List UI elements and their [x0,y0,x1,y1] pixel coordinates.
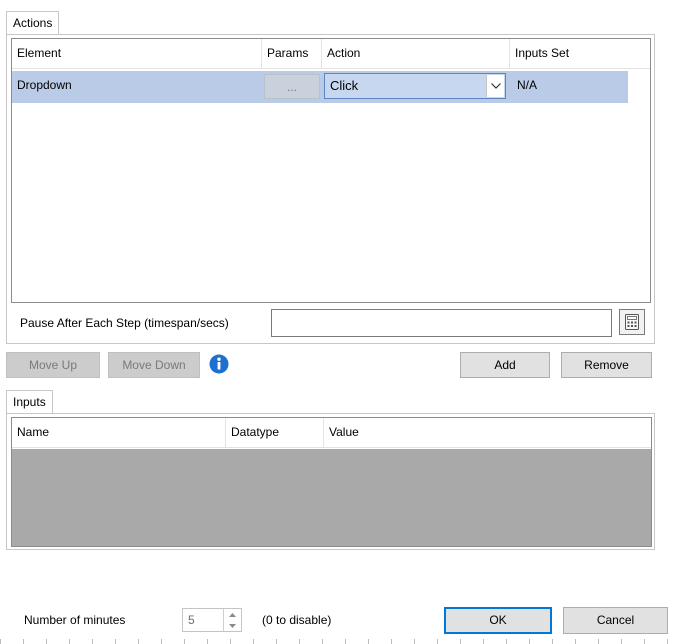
spin-down-icon[interactable] [224,620,241,631]
spin-buttons [223,609,241,631]
spin-up-icon[interactable] [224,609,241,620]
inputs-grid: Name Datatype Value [11,417,652,547]
actions-grid-header: Element Params Action Inputs Set [12,39,650,69]
cell-inputs-set: N/A [517,78,538,92]
column-header-value[interactable]: Value [324,418,651,447]
minutes-value: 5 [188,613,195,627]
table-row[interactable]: Dropdown ... Click N/A [12,71,628,103]
cell-element: Dropdown [17,78,72,92]
calculator-button[interactable] [619,309,645,335]
chevron-down-icon[interactable] [486,75,504,97]
inputs-grid-empty-area [12,449,651,546]
move-down-button[interactable]: Move Down [108,352,200,378]
pause-label: Pause After Each Step (timespan/secs) [20,316,229,330]
column-header-name[interactable]: Name [12,418,226,447]
cell-params: ... [262,71,322,103]
inputs-grid-header: Name Datatype Value [12,418,651,448]
tab-inputs-label: Inputs [13,395,46,409]
column-header-action[interactable]: Action [322,39,510,68]
remove-button[interactable]: Remove [561,352,652,378]
column-header-params[interactable]: Params [262,39,322,68]
info-icon[interactable] [209,354,229,374]
bottom-ruler [0,639,677,644]
ok-button[interactable]: OK [444,607,552,634]
tab-actions-label: Actions [13,16,53,30]
actions-grid: Element Params Action Inputs Set Dropdow… [11,38,651,303]
minutes-stepper[interactable]: 5 [182,608,242,632]
move-up-button[interactable]: Move Up [6,352,100,378]
column-header-datatype[interactable]: Datatype [226,418,324,447]
pause-input[interactable] [271,309,612,337]
cancel-button[interactable]: Cancel [563,607,668,634]
calculator-icon [625,314,639,330]
cell-action: Click [322,71,510,103]
inputs-tab-page: Name Datatype Value [6,413,655,550]
actions-tab-page: Element Params Action Inputs Set Dropdow… [6,34,655,344]
action-dropdown[interactable]: Click [324,73,506,99]
column-header-element[interactable]: Element [12,39,262,68]
tab-inputs[interactable]: Inputs [6,390,53,414]
column-header-inputs-set[interactable]: Inputs Set [510,39,650,68]
minutes-label: Number of minutes [24,613,126,627]
tab-actions[interactable]: Actions [6,11,60,35]
add-button[interactable]: Add [460,352,550,378]
action-dropdown-value: Click [330,78,359,93]
minutes-hint: (0 to disable) [262,613,332,627]
params-button[interactable]: ... [264,74,320,99]
